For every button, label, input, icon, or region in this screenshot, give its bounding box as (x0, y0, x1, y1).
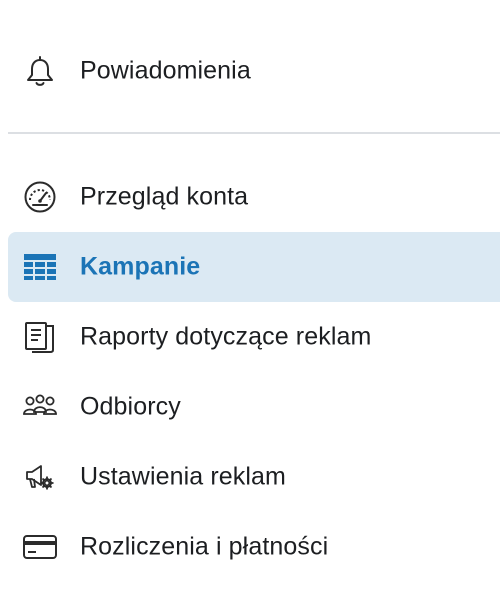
menu-item-campaigns[interactable]: Kampanie (8, 232, 500, 302)
menu-item-ad-reports[interactable]: Raporty dotyczące reklam (8, 302, 500, 372)
audience-icon (22, 389, 58, 425)
menu-item-account-overview[interactable]: Przegląd konta (8, 162, 500, 232)
menu-item-label: Przegląd konta (80, 182, 249, 211)
menu-item-label: Kampanie (80, 252, 201, 281)
menu-item-ad-settings[interactable]: Ustawienia reklam (8, 442, 500, 512)
menu-item-label: Ustawienia reklam (80, 462, 286, 491)
menu-item-audiences[interactable]: Odbiorcy (8, 372, 500, 442)
menu-item-label: Powiadomienia (80, 56, 251, 85)
gauge-icon (22, 179, 58, 215)
menu-item-label: Raporty dotyczące reklam (80, 322, 372, 351)
menu-item-label: Odbiorcy (80, 392, 181, 421)
menu-item-billing[interactable]: Rozliczenia i płatności (8, 512, 500, 582)
ad-settings-icon (22, 459, 58, 495)
table-grid-icon (22, 249, 58, 285)
report-icon (22, 319, 58, 355)
menu-item-label: Rozliczenia i płatności (80, 532, 329, 561)
divider (8, 132, 500, 134)
menu-item-notifications[interactable]: Powiadomienia (8, 36, 500, 106)
bell-icon (22, 53, 58, 89)
credit-card-icon (22, 529, 58, 565)
